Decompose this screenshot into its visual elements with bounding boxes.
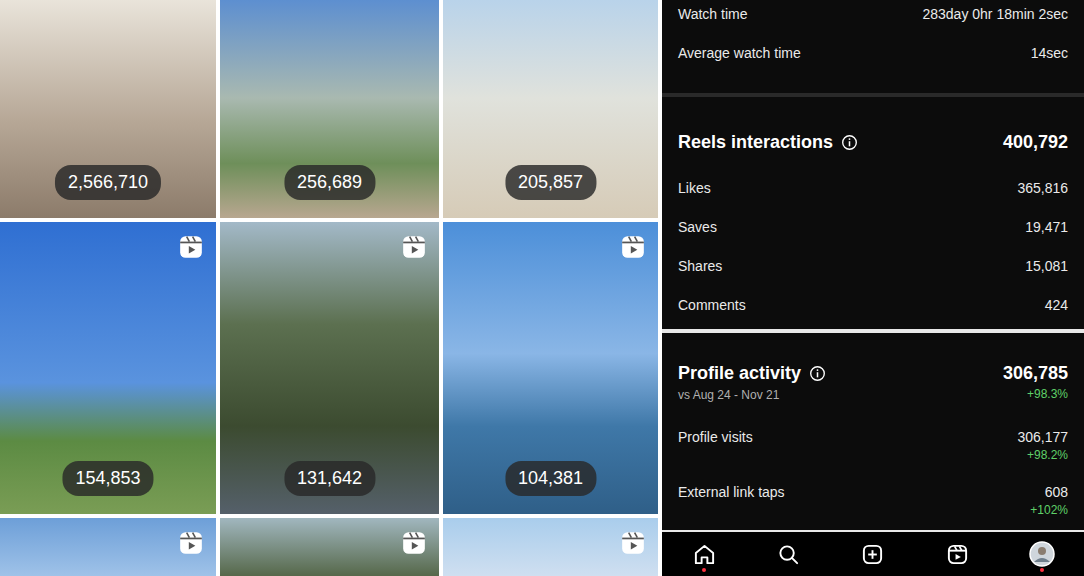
view-count: 2,566,710	[55, 165, 161, 200]
reel-tile[interactable]: 154,853	[0, 222, 216, 514]
reel-icon	[178, 530, 204, 556]
search-icon	[777, 543, 800, 566]
view-count: 104,381	[505, 461, 596, 496]
stat-row: Comments424	[678, 295, 1068, 315]
bottom-nav	[662, 530, 1084, 576]
nav-item[interactable]	[1022, 536, 1062, 572]
divider	[662, 329, 1084, 333]
stat-row: Profile visits306,177+98.2%	[678, 429, 1068, 462]
stat-row: Watch time283day 0hr 18min 2sec	[678, 4, 1068, 24]
reel-icon	[401, 234, 427, 260]
interactions-section: Reels interactions400,792 Likes365,816 Sav…	[662, 97, 1084, 329]
section-header: Profile activityvs Aug 24 - Nov 21306,78…	[678, 363, 1068, 402]
notification-dot	[702, 568, 706, 572]
view-count: 154,853	[62, 461, 153, 496]
reel-tile[interactable]: 205,857	[443, 0, 658, 218]
stat-row: Saves19,471	[678, 217, 1068, 237]
reels-grid: 2,566,710 256,689 205,857 154,853 131,642 104…	[0, 0, 658, 576]
divider	[662, 93, 1084, 97]
reel-tile[interactable]: 2,566,710	[0, 0, 216, 218]
reel-icon	[620, 234, 646, 260]
reel-tile[interactable]	[220, 518, 439, 576]
stat-row: External link taps608+102%	[678, 484, 1068, 517]
reel-tile[interactable]: 256,689	[220, 0, 439, 218]
reel-tile[interactable]: 131,642	[220, 222, 439, 514]
stat-row: Shares15,081	[678, 256, 1068, 276]
nav-item[interactable]	[769, 536, 809, 572]
view-count: 131,642	[284, 461, 375, 496]
create-icon	[861, 543, 884, 566]
section-header: Reels interactions400,792	[678, 130, 1068, 154]
stat-row: Likes365,816	[678, 178, 1068, 198]
profile-avatar-icon	[1029, 541, 1055, 567]
info-icon[interactable]	[841, 134, 858, 151]
reel-icon	[620, 530, 646, 556]
nav-item[interactable]	[937, 536, 977, 572]
stat-row: Average watch time14sec	[678, 43, 1068, 63]
reel-tile[interactable]: 104,381	[443, 222, 658, 514]
view-count: 256,689	[284, 165, 375, 200]
reel-icon	[401, 530, 427, 556]
insights-screen: 2,566,710 256,689 205,857 154,853 131,642 104…	[0, 0, 1084, 576]
insights-panel: Watch time283day 0hr 18min 2sec Average w…	[662, 0, 1084, 576]
reels-icon	[946, 543, 969, 566]
reel-tile[interactable]	[443, 518, 658, 576]
watch-section: Watch time283day 0hr 18min 2sec Average w…	[662, 0, 1084, 93]
home-icon	[693, 543, 716, 566]
info-icon[interactable]	[809, 365, 826, 382]
nav-item[interactable]	[853, 536, 893, 572]
profile-activity-section: Profile activityvs Aug 24 - Nov 21306,78…	[662, 333, 1084, 530]
reel-tile[interactable]	[0, 518, 216, 576]
nav-item[interactable]	[684, 536, 724, 572]
view-count: 205,857	[505, 165, 596, 200]
notification-dot	[1040, 568, 1044, 572]
reel-icon	[178, 234, 204, 260]
